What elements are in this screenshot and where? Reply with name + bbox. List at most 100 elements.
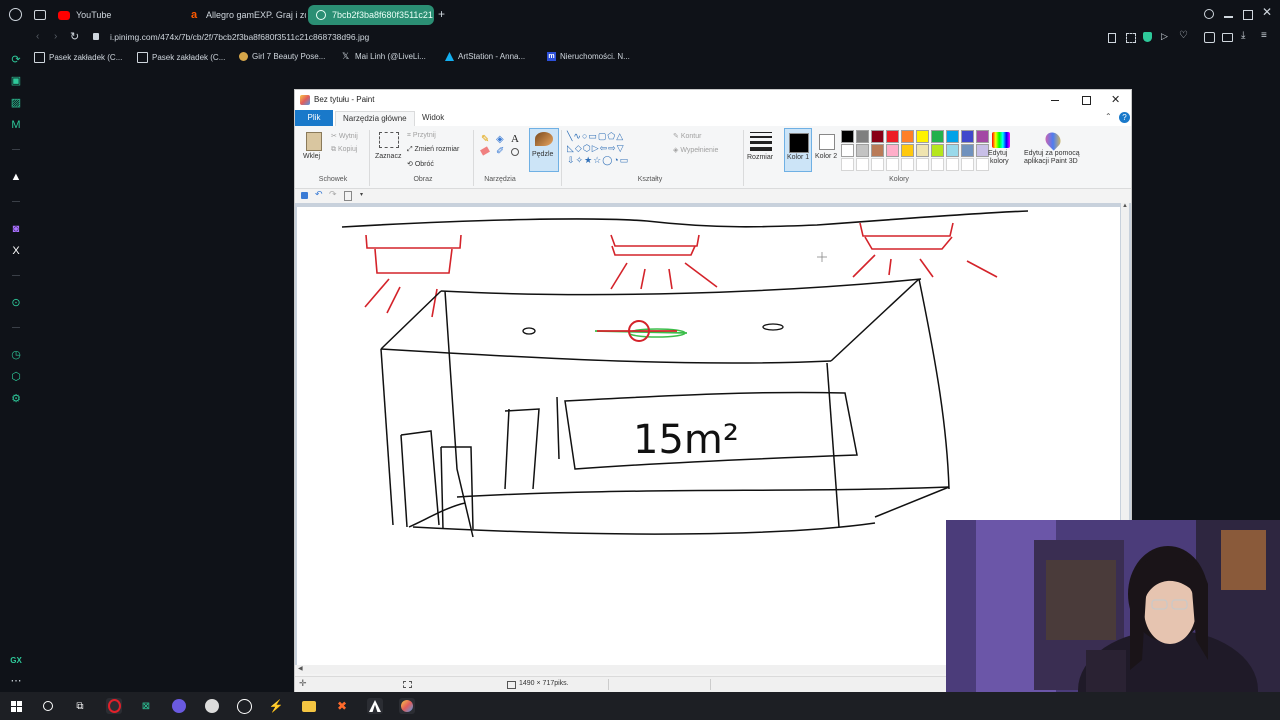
bookmark-item[interactable]: Pasek zakładek (C... xyxy=(137,52,225,63)
history-icon[interactable]: ◷ xyxy=(10,349,22,361)
palette-swatch[interactable] xyxy=(916,130,929,143)
magnifier-icon[interactable] xyxy=(511,148,519,156)
palette-swatch[interactable] xyxy=(901,130,914,143)
palette-swatch[interactable] xyxy=(886,144,899,157)
task-view-icon[interactable]: ⧉ xyxy=(72,698,88,714)
help-icon[interactable]: ? xyxy=(1119,112,1130,123)
twitch-icon[interactable]: ◙ xyxy=(10,223,22,235)
palette-swatch-empty[interactable] xyxy=(841,158,854,171)
copy-button[interactable]: ⧉ Kopiuj xyxy=(331,146,357,154)
color-picker-icon[interactable]: ✐ xyxy=(496,146,504,157)
palette-swatch[interactable] xyxy=(946,144,959,157)
paste-button[interactable]: Wklej xyxy=(303,130,323,162)
bookmark-item[interactable]: ArtStation - Anna... xyxy=(445,52,525,61)
text-icon[interactable]: A xyxy=(511,133,519,145)
settings-icon[interactable]: ⚙ xyxy=(10,393,22,405)
crop-button[interactable]: ⌗ Przytnij xyxy=(407,132,436,140)
m-app-icon[interactable]: M xyxy=(10,119,22,131)
restore-browser-button[interactable] xyxy=(1243,10,1253,20)
tab-file[interactable]: Plik xyxy=(295,110,333,126)
palette-swatch-empty[interactable] xyxy=(931,158,944,171)
tab-view[interactable]: Widok xyxy=(415,111,451,125)
menu-icon[interactable]: ≡ xyxy=(1261,30,1267,41)
start-button[interactable] xyxy=(8,698,24,714)
bookmark-item[interactable]: Pasek zakładek (C... xyxy=(34,52,122,63)
scroll-up-icon[interactable]: ▲ xyxy=(1122,203,1128,209)
app-icon-6[interactable]: ⚡ xyxy=(268,698,284,714)
player-icon[interactable]: ▷ xyxy=(1161,31,1168,42)
bookmark-item[interactable]: Girl 7 Beauty Pose... xyxy=(239,52,325,61)
minimize-button[interactable] xyxy=(1051,100,1059,101)
new-doc-icon[interactable] xyxy=(344,191,352,201)
palette-swatch-empty[interactable] xyxy=(856,158,869,171)
maximize-button[interactable] xyxy=(1082,96,1091,105)
palette-swatch-empty[interactable] xyxy=(916,158,929,171)
download-icon[interactable]: ⤓ xyxy=(1241,30,1245,41)
app-icon-4[interactable] xyxy=(204,698,220,714)
palette-swatch[interactable] xyxy=(841,130,854,143)
discord-icon[interactable] xyxy=(171,698,187,714)
heart-icon[interactable]: ♡ xyxy=(1179,30,1188,41)
customize-qat-icon[interactable]: ▾ xyxy=(360,191,363,198)
tab-youtube[interactable]: YouTube xyxy=(50,5,178,25)
app-icon-2[interactable]: ⊠ xyxy=(138,698,154,714)
rotate-button[interactable]: ⟲ Obróć xyxy=(407,160,434,168)
file-explorer-icon[interactable] xyxy=(301,698,317,714)
cut-button[interactable]: ✂ Wytnij xyxy=(331,132,358,140)
vpn-shield-icon[interactable] xyxy=(1143,32,1152,42)
player-sidebar-icon[interactable]: ⊙ xyxy=(10,297,22,309)
tab-allegro[interactable]: a Allegro gamEXP. Graj i zd xyxy=(180,5,306,25)
palette-swatch-empty[interactable] xyxy=(946,158,959,171)
edit-colors-button[interactable]: Edytuj kolory xyxy=(987,130,1015,174)
close-browser-button[interactable]: ✕ xyxy=(1262,5,1272,19)
palette-swatch[interactable] xyxy=(931,130,944,143)
app-icon-8[interactable]: ✖ xyxy=(334,698,350,714)
workspaces-icon[interactable] xyxy=(34,10,46,20)
palette-swatch[interactable] xyxy=(901,144,914,157)
extensions-sidebar-icon[interactable]: ⬡ xyxy=(10,371,22,383)
palette-swatch[interactable] xyxy=(856,144,869,157)
outline-button[interactable]: ✎ Kontur xyxy=(673,132,701,140)
reload-icon[interactable]: ↻ xyxy=(70,30,79,43)
palette-swatch[interactable] xyxy=(961,130,974,143)
palette-swatch[interactable] xyxy=(871,144,884,157)
palette-swatch-empty[interactable] xyxy=(886,158,899,171)
bookmark-item[interactable]: 𝕏 Mai Linh (@LiveLi... xyxy=(342,52,426,62)
resize-button[interactable]: ⤢ Zmień rozmiar xyxy=(407,146,459,154)
color2-button[interactable]: Kolor 2 xyxy=(813,128,839,170)
collapse-ribbon-icon[interactable]: ⌃ xyxy=(1105,112,1112,121)
palette-swatch-empty[interactable] xyxy=(871,158,884,171)
wallet-icon[interactable] xyxy=(1222,33,1233,42)
search-icon[interactable] xyxy=(40,698,56,714)
shapes-gallery[interactable]: ╲∿○▭▢⬠△ ◺◇⬡▷⇦⇨▽ ⇩✧★☆◯◔▭ xyxy=(567,130,663,170)
fill-style-button[interactable]: ◈ Wypełnienie xyxy=(673,146,718,154)
palette-swatch[interactable] xyxy=(856,130,869,143)
pencil-icon[interactable]: ✎ xyxy=(481,134,489,145)
bookmark-item[interactable]: m Nieruchomości. N... xyxy=(547,52,630,61)
extensions-icon[interactable] xyxy=(1204,32,1215,43)
size-button[interactable]: Rozmiar xyxy=(747,130,775,170)
minimize-browser-button[interactable] xyxy=(1224,16,1233,18)
opera-taskbar-icon[interactable] xyxy=(106,698,122,714)
palette-swatch-empty[interactable] xyxy=(901,158,914,171)
palette-swatch[interactable] xyxy=(871,130,884,143)
fill-icon[interactable]: ◈ xyxy=(496,134,504,145)
new-tab-button[interactable]: + xyxy=(438,7,445,21)
save-icon[interactable] xyxy=(301,192,308,199)
paint3d-button[interactable]: Edytuj za pomocą aplikacji Paint 3D xyxy=(1021,129,1085,174)
redo-icon[interactable]: ↷ xyxy=(329,189,337,200)
close-button[interactable]: ✕ xyxy=(1111,93,1120,106)
undo-icon[interactable]: ↶ xyxy=(315,189,323,200)
paint-taskbar-icon[interactable] xyxy=(399,698,415,714)
bot-icon[interactable]: ▣ xyxy=(10,75,22,87)
eraser-icon[interactable] xyxy=(480,146,490,156)
palette-swatch[interactable] xyxy=(961,144,974,157)
obs-icon[interactable] xyxy=(236,698,252,714)
snapshot-icon[interactable] xyxy=(1126,33,1136,43)
brushes-button[interactable]: Pędzle xyxy=(529,128,559,172)
scroll-left-icon[interactable]: ◀ xyxy=(298,665,303,672)
gx-icon[interactable]: GX xyxy=(10,655,22,667)
palette-swatch[interactable] xyxy=(916,144,929,157)
palette-swatch[interactable] xyxy=(841,144,854,157)
tab-home[interactable]: Narzędzia główne xyxy=(335,111,415,126)
